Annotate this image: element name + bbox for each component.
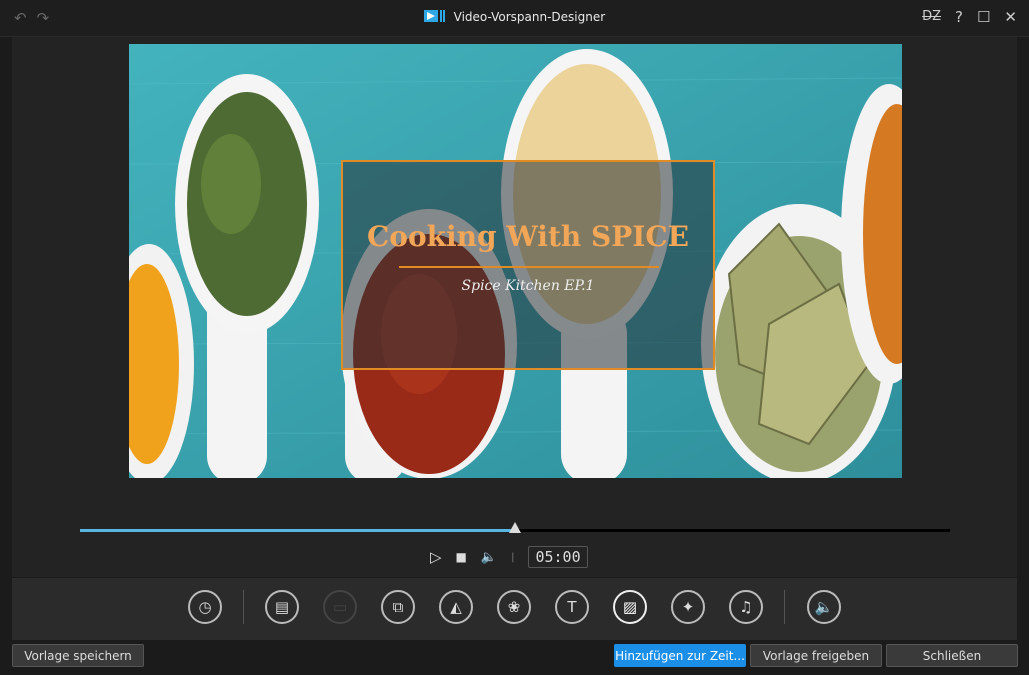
overlay-subtitle[interactable]: Spice Kitchen EP.1 — [343, 278, 713, 294]
transition-tool-icon[interactable]: ▤ — [265, 590, 299, 624]
separator — [784, 590, 785, 624]
share-template-button[interactable]: Vorlage freigeben — [750, 644, 882, 667]
time-display: 05:00 — [528, 546, 588, 568]
save-template-button[interactable]: Vorlage speichern — [12, 644, 144, 667]
music-tool-icon[interactable]: ♫ — [729, 590, 763, 624]
image-tool-icon[interactable]: ▨ — [613, 590, 647, 624]
stop-icon[interactable]: ■ — [456, 550, 467, 564]
flip-tool-icon[interactable]: ◭ — [439, 590, 473, 624]
separator — [243, 590, 244, 624]
particle-tool-icon[interactable]: ✦ — [671, 590, 705, 624]
playback-controls: ▷ ■ 🔈 | 05:00 — [430, 546, 588, 568]
app-logo-icon — [423, 10, 445, 22]
audio-tool-icon[interactable]: 🔈 — [807, 590, 841, 624]
duration-tool-icon[interactable]: ◷ — [188, 590, 222, 624]
crop-tool-icon[interactable]: ⧉ — [381, 590, 415, 624]
video-preview[interactable]: Cooking With SPICE Spice Kitchen EP.1 — [129, 44, 902, 478]
background-tool-icon: ▭ — [323, 590, 357, 624]
title-overlay-box[interactable]: Cooking With SPICE Spice Kitchen EP.1 — [341, 160, 715, 370]
maximize-icon[interactable]: ☐ — [977, 8, 990, 26]
volume-icon[interactable]: 🔈 — [481, 550, 497, 565]
seek-thumb[interactable] — [509, 522, 521, 533]
window-title-text: Video-Vorspann-Designer — [453, 10, 606, 24]
overlay-divider — [399, 266, 659, 268]
overlay-title[interactable]: Cooking With SPICE — [343, 220, 713, 253]
title-bar: ↶ ↷ Video-Vorspann-Designer DZ ? ☐ ✕ — [0, 0, 1029, 37]
seek-progress — [80, 529, 515, 532]
tick-divider: | — [511, 551, 515, 563]
play-icon[interactable]: ▷ — [430, 548, 442, 566]
window-title: Video-Vorspann-Designer — [0, 9, 1029, 24]
help-icon[interactable]: ? — [955, 8, 963, 26]
close-button[interactable]: Schließen — [886, 644, 1018, 667]
seek-bar[interactable] — [80, 522, 950, 533]
button-bar: Vorlage speichern Hinzufügen zur Zeit...… — [0, 640, 1029, 675]
dz-icon[interactable]: DZ — [922, 8, 941, 26]
tool-bar: ◷ ▤ ▭ ⧉ ◭ ❀ T ▨ ✦ ♫ 🔈 — [12, 578, 1017, 640]
close-icon[interactable]: ✕ — [1004, 8, 1017, 26]
text-tool-icon[interactable]: T — [555, 590, 589, 624]
effects-tool-icon[interactable]: ❀ — [497, 590, 531, 624]
add-to-timeline-button[interactable]: Hinzufügen zur Zeit... — [614, 644, 746, 667]
